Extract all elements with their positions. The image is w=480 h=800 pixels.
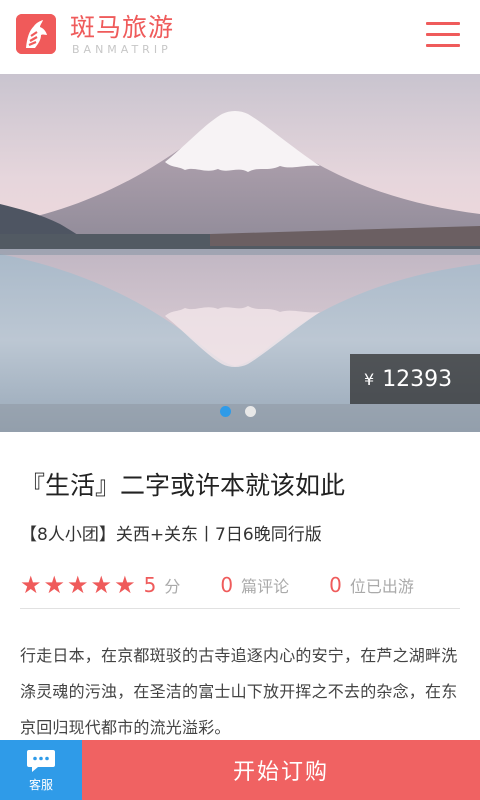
- carousel-indicators: [220, 406, 256, 417]
- tour-description: 行走日本，在京都斑驳的古寺追逐内心的安宁，在芦之湖畔洗涤灵魂的污浊，在圣洁的富士…: [20, 646, 458, 737]
- brand-name: 斑马旅游: [70, 13, 175, 42]
- customer-service-label: 客服: [28, 777, 53, 792]
- bottom-action-bar: 客服 开始订购: [0, 740, 480, 800]
- currency-symbol: ¥: [364, 369, 375, 389]
- visited-label: 位已出游: [349, 577, 414, 596]
- divider: [20, 608, 460, 609]
- star-icon: ★: [114, 571, 136, 599]
- chat-bubble-icon: [27, 749, 55, 772]
- star-icon: ★: [20, 571, 42, 599]
- star-icon: ★: [90, 571, 113, 599]
- rating-score: 5: [143, 573, 157, 597]
- app-header: 斑马旅游 BANMATRIP: [0, 0, 480, 74]
- start-booking-button[interactable]: 开始订购: [82, 740, 480, 800]
- zebra-logo-icon[interactable]: [16, 14, 56, 54]
- price-value: 12393: [382, 366, 453, 392]
- customer-service-button[interactable]: 客服: [0, 740, 82, 800]
- tour-title: 『生活』二字或许本就该如此: [20, 471, 346, 500]
- menu-icon[interactable]: [426, 22, 462, 48]
- star-icon: ★: [43, 571, 66, 599]
- brand-subtitle: BANMATRIP: [72, 43, 172, 56]
- reviews-label[interactable]: 篇评论: [241, 573, 289, 597]
- carousel-dot-1[interactable]: [220, 406, 231, 417]
- carousel-dot-2[interactable]: [245, 406, 256, 417]
- reviews-count[interactable]: 0: [220, 573, 233, 597]
- visited-count: 0: [329, 573, 342, 597]
- star-rating: ★ ★ ★ ★ ★: [20, 573, 136, 597]
- star-icon: ★: [67, 571, 89, 599]
- rating-row: ★ ★ ★ ★ ★ 5 分 0 篇评论 0 位已出游: [20, 570, 460, 600]
- price-tag: ¥ 12393: [350, 354, 480, 404]
- banner-carousel[interactable]: ¥ 12393: [0, 74, 480, 432]
- tour-subtitle: 【8人小团】关西+关东丨7日6晚同行版: [20, 525, 322, 545]
- rating-unit: 分: [164, 577, 181, 596]
